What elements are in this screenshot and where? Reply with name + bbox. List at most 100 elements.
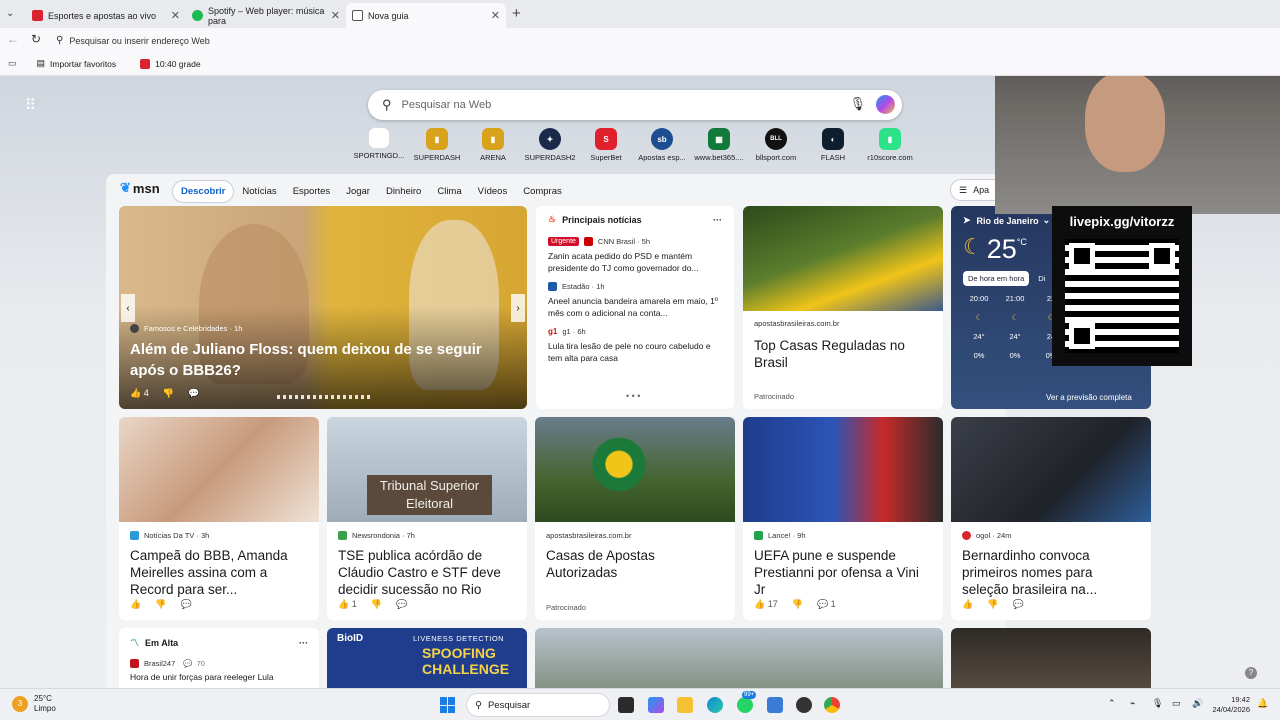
news-card-bbb[interactable]: Notícias Da TV · 3h Campeã do BBB, Amand… <box>119 417 319 620</box>
ad-title[interactable]: Casas de Apostas Autorizadas <box>546 547 724 581</box>
ad-card-apostas[interactable]: apostasbrasileiras.com.br Casas de Apost… <box>535 417 735 620</box>
tab-hourly[interactable]: De hora em hora <box>963 271 1030 286</box>
news-card-wide[interactable] <box>535 628 943 688</box>
taskbar-search[interactable]: ⚲ Pesquisar <box>466 693 610 717</box>
network-icon[interactable]: ⌁ <box>1130 698 1135 709</box>
quicklink-superdash[interactable]: ▮ SUPERDASH <box>407 128 467 162</box>
quicklink-superbet[interactable]: S SuperBet <box>576 128 636 162</box>
close-tab-icon[interactable]: ✕ <box>171 9 180 22</box>
like-icon[interactable]: 👍 <box>130 599 141 610</box>
back-arrow-icon[interactable]: ← <box>7 32 19 46</box>
full-forecast-link[interactable]: Ver a previsão completa <box>1046 393 1132 402</box>
tab-actions-icon[interactable]: ▭ <box>8 58 17 69</box>
more-options-icon[interactable]: ··· <box>713 215 722 225</box>
microphone-icon[interactable]: 🎙 <box>1152 698 1163 709</box>
news-headline[interactable]: Aneel anuncia bandeira amarela em maio, … <box>548 295 722 319</box>
notifications-icon[interactable]: 🔔 <box>1257 698 1268 709</box>
source-text: CNN Brasil · 5h <box>597 237 650 246</box>
nav-esportes[interactable]: Esportes <box>285 186 339 197</box>
monitor-icon[interactable]: ▭ <box>1172 698 1181 709</box>
nav-jogar[interactable]: Jogar <box>338 186 378 197</box>
close-tab-icon[interactable]: ✕ <box>491 9 500 22</box>
import-favorites-link[interactable]: ▤ Importar favoritos <box>37 58 117 69</box>
quicklink-superdash2[interactable]: ✦ SUPERDASH2 <box>520 128 580 162</box>
more-options-icon[interactable]: ··· <box>299 638 308 648</box>
tab-spotify[interactable]: Spotify – Web player: música para ✕ <box>186 3 346 28</box>
fav-grade-link[interactable]: 10:40 grade <box>140 58 201 69</box>
dislike-icon[interactable]: 👎 <box>155 599 166 610</box>
chevron-up-icon[interactable]: ⌃ <box>1108 698 1116 709</box>
news-card-dark[interactable] <box>951 628 1151 688</box>
weather-widget[interactable]: 3 25°C Limpo <box>12 694 56 714</box>
quicklink-flash[interactable]: ◐ FLASH <box>803 128 863 162</box>
hero-next-chevron-icon[interactable]: › <box>511 294 525 322</box>
clock[interactable]: 19:42 24/04/2026 <box>1208 695 1250 715</box>
apps-grid-icon[interactable]: ⠿ <box>25 96 36 114</box>
dislike-icon[interactable]: 👎 <box>371 599 382 610</box>
news-headline[interactable]: Zanin acata pedido do PSD e mantém presi… <box>548 250 722 274</box>
start-button-icon[interactable] <box>440 697 456 713</box>
whatsapp-icon[interactable] <box>737 697 753 713</box>
like-icon[interactable]: 👍 1 <box>338 599 357 610</box>
ad-card-bioid[interactable]: BioID LIVENESS DETECTION SPOOFING CHALLE… <box>327 628 527 688</box>
article-title[interactable]: Campeã do BBB, Amanda Meirelles assina c… <box>130 547 308 598</box>
file-explorer-icon[interactable] <box>677 697 693 713</box>
refresh-icon[interactable]: ↻ <box>31 32 41 46</box>
nav-descobrir[interactable]: Descobrir <box>172 180 235 203</box>
article-title[interactable]: UEFA pune e suspende Prestianni por ofen… <box>754 547 932 598</box>
tab-daily[interactable]: Di <box>1033 271 1050 286</box>
web-search-box[interactable]: ⚲ Pesquisar na Web 🎙 <box>368 90 902 120</box>
tab-esportes[interactable]: Esportes e apostas ao vivo ✕ <box>26 3 186 28</box>
nav-noticias[interactable]: Notícias <box>234 186 284 197</box>
microphone-icon[interactable]: 🎙 <box>849 96 866 112</box>
ad-card-casas[interactable]: apostasbrasileiras.com.br Top Casas Regu… <box>743 206 943 409</box>
trending-headline[interactable]: Hora de unir forças para reeleger Lula <box>130 672 308 682</box>
new-tab-plus-icon[interactable]: + <box>512 5 521 22</box>
comment-icon[interactable]: 💬 <box>396 599 407 610</box>
like-icon[interactable]: 👍 4 <box>130 388 149 399</box>
ad-title[interactable]: Top Casas Reguladas no Brasil <box>754 337 932 371</box>
comment-icon[interactable]: 💬 <box>180 599 191 610</box>
edge-icon[interactable] <box>707 697 723 713</box>
like-icon[interactable]: 👍 17 <box>754 599 778 610</box>
close-tab-icon[interactable]: ✕ <box>331 9 340 22</box>
task-view-icon[interactable] <box>618 697 634 713</box>
quicklink-bet365[interactable]: ▦ www.bet365.... <box>689 128 749 162</box>
hero-card[interactable]: ‹ › Famosos e Celebridades · 1h Além de … <box>119 206 527 409</box>
volume-icon[interactable]: 🔊 <box>1192 698 1203 709</box>
quicklink-r10score[interactable]: ▮ r10score.com <box>860 128 920 162</box>
url-input[interactable]: ⚲ Pesquisar ou inserir endereço Web <box>50 31 995 50</box>
nav-compras[interactable]: Compras <box>515 186 570 197</box>
obs-icon[interactable] <box>796 697 812 713</box>
nav-dinheiro[interactable]: Dinheiro <box>378 186 429 197</box>
comment-icon[interactable]: 💬 <box>188 388 199 399</box>
like-icon[interactable]: 👍 <box>962 599 973 610</box>
news-headline[interactable]: Lula tira lesão de pele no couro cabelud… <box>548 340 722 364</box>
dislike-icon[interactable]: 👎 <box>987 599 998 610</box>
nav-videos[interactable]: Vídeos <box>470 186 516 197</box>
news-card-tse[interactable]: Tribunal Superior Eleitoral Newsrondonia … <box>327 417 527 620</box>
notepad-icon[interactable] <box>767 697 783 713</box>
hero-title[interactable]: Além de Juliano Floss: quem deixou de se… <box>130 339 510 381</box>
news-card-bernardinho[interactable]: ogol · 24m Bernardinho convoca primeiros… <box>951 417 1151 620</box>
comment-icon[interactable]: 💬 1 <box>817 599 836 610</box>
quicklink-sportingd[interactable]: SPORTINGD... <box>349 128 409 160</box>
article-title[interactable]: Bernardinho convoca primeiros nomes para… <box>962 547 1140 598</box>
quicklink-apostas[interactable]: sb Apostas esp... <box>632 128 692 162</box>
quicklink-arena[interactable]: ▮ ARENA <box>463 128 523 162</box>
copilot-icon[interactable] <box>648 697 664 713</box>
dislike-icon[interactable]: 👎 <box>792 599 803 610</box>
chrome-icon[interactable] <box>824 697 840 713</box>
comment-icon[interactable]: 💬 <box>1012 599 1023 610</box>
help-icon[interactable]: ? <box>1245 667 1257 679</box>
msn-logo[interactable]: ❦ msn <box>120 180 160 196</box>
dislike-icon[interactable]: 👎 <box>163 388 174 399</box>
article-title[interactable]: TSE publica acórdão de Cláudio Castro e … <box>338 547 516 598</box>
tab-list-chevron-icon[interactable]: ⌄ <box>6 8 14 19</box>
news-card-uefa[interactable]: Lance! · 9h UEFA pune e suspende Prestia… <box>743 417 943 620</box>
copilot-icon[interactable] <box>876 95 895 114</box>
tab-nova-guia[interactable]: Nova guia ✕ <box>346 3 506 28</box>
hero-prev-chevron-icon[interactable]: ‹ <box>121 294 135 322</box>
nav-clima[interactable]: Clima <box>429 186 469 197</box>
quicklink-bllsport[interactable]: BLL bllsport.com <box>746 128 806 162</box>
